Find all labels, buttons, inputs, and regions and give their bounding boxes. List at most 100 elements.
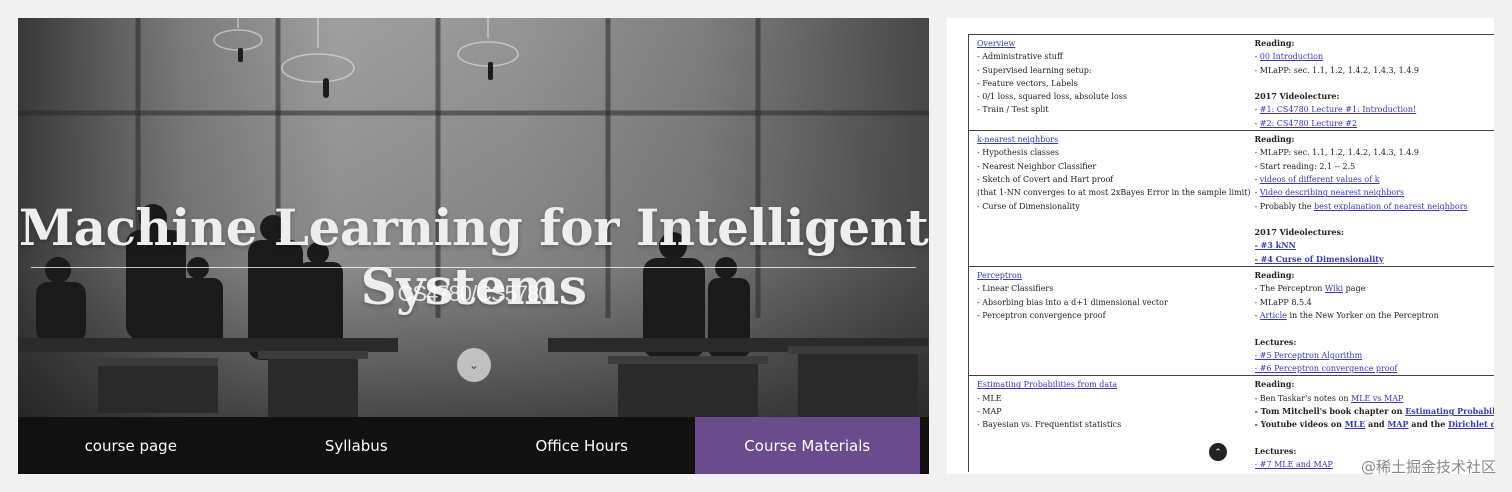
material-line: Reading:	[1255, 378, 1495, 391]
nav-syllabus[interactable]: Syllabus	[244, 417, 470, 474]
line-text: - MAP	[977, 407, 1002, 417]
topic-line: - Absorbing bias into a d+1 dimensional …	[977, 296, 1251, 309]
resource-link[interactable]: Video describing nearest neighbors	[1260, 188, 1404, 197]
topic-cell: k-nearest neighbors - Hypothesis classes -…	[968, 130, 1251, 267]
material-line: - Probably the best explanation of neare…	[1255, 200, 1495, 213]
line-text: - Feature vectors, Labels	[977, 78, 1078, 88]
line-text: - Start reading: 2.1 -- 2.5	[1254, 161, 1356, 171]
topic-cell: Overview - Administrative stuff - Supervis…	[968, 33, 1251, 131]
material-line: - Video describing nearest neighbors	[1255, 186, 1495, 199]
resource-link[interactable]: best explanation of nearest neighbors	[1314, 202, 1468, 211]
topic-line: - Nearest Neighbor Classifier	[977, 160, 1251, 173]
material-line: - Ben Taskar's notes on MLE vs MAP	[1255, 392, 1495, 405]
resource-link[interactable]: - #4 Curse of Dimensionality	[1255, 254, 1384, 264]
material-line: - Youtube videos on MLE and MAP and the …	[1255, 418, 1495, 431]
line-text: 2017 Videolectures:	[1254, 227, 1344, 238]
topic-line: - MAP	[977, 405, 1251, 418]
chevron-down-icon: ⌄	[468, 358, 480, 372]
topic-cell: Perceptron - Linear Classifiers - Absorbin…	[968, 266, 1251, 376]
line-text: - Probably the	[1254, 201, 1315, 211]
topic-line: - Sketch of Covert and Hart proof	[977, 173, 1251, 186]
line-text: - 0/1 loss, squared loss, absolute loss	[977, 92, 1127, 102]
material-line: - #6 Perceptron convergence proof	[1255, 362, 1495, 375]
resource-link[interactable]: Article	[1260, 311, 1287, 320]
topic-line: - MLE	[977, 392, 1251, 405]
nav-course-materials[interactable]: Course Materials	[694, 417, 920, 474]
line-text: - Supervised learning setup:	[977, 65, 1092, 75]
material-line: - #3 kNN	[1255, 239, 1495, 252]
material-line: Reading:	[1255, 269, 1495, 282]
schedule-table: Overview - Administrative stuff - Supervis…	[968, 33, 1495, 472]
line-text: Reading:	[1254, 38, 1295, 48]
material-line: - Tom Mitchell's book chapter on Estimat…	[1255, 405, 1495, 418]
line-text: - Sketch of Covert and Hart proof	[977, 174, 1114, 184]
topic-link[interactable]: Perceptron	[977, 271, 1022, 280]
material-line	[1255, 77, 1495, 90]
line-text: - Administrative stuff	[977, 52, 1063, 62]
topic-line: - Linear Classifiers	[977, 282, 1251, 295]
line-text: - Hypothesis classes	[977, 148, 1059, 158]
material-line: - Article in the New Yorker on the Perce…	[1255, 309, 1495, 322]
resource-link[interactable]: MAP	[1387, 419, 1408, 429]
resource-link[interactable]: MLE	[1345, 419, 1366, 429]
material-line: - #4 Curse of Dimensionality	[1255, 253, 1495, 266]
line-text: - The Perceptron	[1254, 284, 1325, 294]
resource-link[interactable]: Dirichlet distribution	[1448, 419, 1494, 429]
nav-course-page[interactable]: course page	[18, 417, 244, 474]
material-line	[1255, 322, 1495, 335]
line-text: - MLE	[977, 393, 1002, 403]
resource-link[interactable]: 00 Introduction	[1260, 52, 1323, 61]
scroll-top-button[interactable]: ⌃	[1209, 443, 1227, 461]
resource-link[interactable]: - #7 MLE and MAP	[1255, 460, 1333, 469]
material-line: Reading:	[1255, 37, 1495, 50]
nav-office-hours[interactable]: Office Hours	[469, 417, 695, 474]
topic-line: - Curse of Dimensionality	[977, 200, 1251, 213]
line-text: - Perceptron convergence proof	[977, 310, 1106, 320]
line-text: - Tom Mitchell's book chapter on	[1254, 406, 1406, 417]
material-line: - videos of different values of k	[1255, 173, 1495, 186]
line-text: - Train / Test split	[977, 105, 1049, 115]
topic-line: - Supervised learning setup:	[977, 64, 1251, 77]
resource-link[interactable]: videos of different values of k	[1260, 175, 1380, 184]
topic-link[interactable]: Estimating Probabilities from data	[977, 380, 1117, 389]
schedule-row: k-nearest neighbors - Hypothesis classes -…	[968, 130, 1495, 267]
resource-link[interactable]: - #3 kNN	[1255, 240, 1296, 250]
resource-link[interactable]: Estimating Probabilities	[1405, 406, 1494, 416]
resource-link[interactable]: - #5 Perceptron Algorithm	[1255, 351, 1363, 360]
line-text: - Bayesian vs. Frequentist statistics	[977, 420, 1122, 430]
resource-link[interactable]: #2: CS4780 Lecture #2	[1260, 119, 1357, 128]
schedule-row: Perceptron - Linear Classifiers - Absorbin…	[968, 266, 1495, 376]
resource-link[interactable]: Wiki	[1325, 284, 1343, 293]
resource-link[interactable]: - #6 Perceptron convergence proof	[1255, 364, 1398, 373]
course-schedule-panel: Overview - Administrative stuff - Supervis…	[947, 18, 1494, 474]
line-text: 2017 Videolecture:	[1254, 91, 1340, 102]
line-text: Reading:	[1254, 134, 1295, 145]
hero-banner: Machine Learning for Intelligent Systems…	[18, 18, 929, 474]
scroll-down-button[interactable]: ⌄	[457, 348, 491, 382]
chevron-up-icon: ⌃	[1214, 446, 1222, 457]
topic-line: Perceptron	[977, 269, 1251, 282]
topic-line: k-nearest neighbors	[977, 133, 1251, 146]
topic-line: - Hypothesis classes	[977, 146, 1251, 159]
topic-link[interactable]: k-nearest neighbors	[977, 135, 1058, 144]
line-text: - Linear Classifiers	[977, 284, 1054, 294]
material-line: - MLaPP: sec. 1.1, 1.2, 1.4.2, 1.4.3, 1.…	[1255, 64, 1495, 77]
line-text: - MLaPP 8.5.4	[1254, 297, 1312, 307]
line-text: Lectures:	[1254, 445, 1297, 456]
topic-line: - Bayesian vs. Frequentist statistics	[977, 418, 1251, 431]
line-text: - MLaPP: sec. 1.1, 1.2, 1.4.2, 1.4.3, 1.…	[1254, 65, 1420, 75]
watermark: @稀土掘金技术社区	[1360, 458, 1496, 476]
material-line: Lectures:	[1255, 336, 1495, 349]
resource-link[interactable]: MLE vs MAP	[1351, 394, 1403, 403]
material-line: - #2: CS4780 Lecture #2	[1255, 117, 1495, 130]
line-text: - Curse of Dimensionality	[977, 201, 1080, 211]
material-line	[1255, 213, 1495, 226]
material-line: - 00 Introduction	[1255, 50, 1495, 63]
resource-link[interactable]: #1: CS4780 Lecture #1: Introduction!	[1260, 105, 1416, 114]
topic-line: - 0/1 loss, squared loss, absolute loss	[977, 90, 1251, 103]
topic-line: - Feature vectors, Labels	[977, 77, 1251, 90]
hero-divider	[31, 267, 916, 268]
topic-link[interactable]: Overview	[977, 39, 1015, 48]
material-line: - The Perceptron Wiki page	[1255, 282, 1495, 295]
line-text: page	[1343, 284, 1366, 294]
